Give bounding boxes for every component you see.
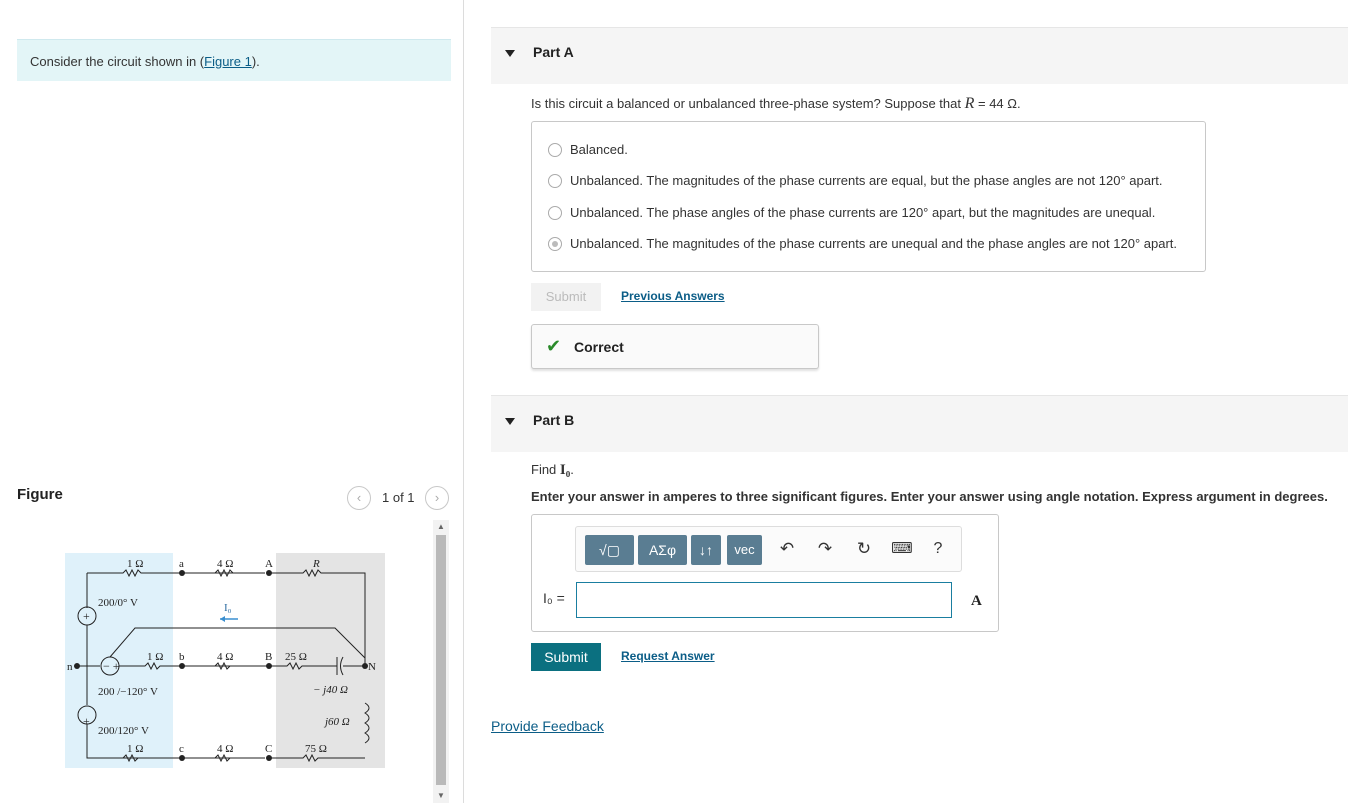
reset-icon[interactable]: ↻ [852,537,876,561]
label-node-B: B [265,651,272,663]
label-vb: 200 /−120° V [98,686,158,698]
chevron-left-icon[interactable]: ‹ [347,486,371,510]
answer-input[interactable] [576,582,952,618]
scroll-up-icon[interactable]: ▲ [433,520,449,534]
templates-button[interactable]: √▢ [585,535,634,565]
arrows-button[interactable]: ↓↑ [691,535,721,565]
math-toolbar: √▢ ΑΣφ ↓↑ vec ↶ ↷ ↻ ⌨ ? [575,526,962,572]
part-a-header[interactable]: Part A [491,27,1348,84]
correct-feedback: ✔ Correct [531,324,819,369]
part-a-question: Is this circuit a balanced or unbalanced… [531,95,1021,112]
vec-button[interactable]: vec [727,535,762,565]
label-node-A: A [265,558,273,570]
radio-button[interactable] [548,174,562,188]
part-b-instructions: Enter your answer in amperes to three si… [531,489,1328,504]
label-r4b: 4 Ω [217,651,233,663]
part-a-submit-button[interactable]: Submit [531,283,601,311]
previous-answers-link[interactable]: Previous Answers [621,289,725,303]
answer-choices: Balanced. Unbalanced. The magnitudes of … [531,121,1206,272]
panel-divider [463,0,464,803]
label-node-b: b [179,651,185,663]
part-b-submit-button[interactable]: Submit [531,643,601,671]
label-node-n: n [67,661,73,673]
label-r1b: 1 Ω [147,651,163,663]
input-label: I₀ = [543,590,565,606]
figure-link[interactable]: Figure 1 [204,54,252,69]
choice-1[interactable]: Balanced. [548,142,628,157]
label-vc: 200/120° V [98,725,149,737]
label-r75: 75 Ω [305,743,327,755]
circuit-figure: + − + + 1 Ω a 4 Ω A R 200/0° V I₀ 1 Ω b … [65,553,385,768]
undo-icon[interactable]: ↶ [775,537,799,561]
label-r25: 25 Ω [285,651,307,663]
collapse-triangle-icon[interactable] [505,50,515,57]
label-cap: − j40 Ω [313,684,348,696]
keyboard-icon[interactable]: ⌨ [890,537,914,561]
greek-button[interactable]: ΑΣφ [638,535,687,565]
scrollbar-thumb[interactable] [436,535,446,785]
svg-text:+: + [83,609,90,623]
label-r1a: 1 Ω [127,558,143,570]
label-va: 200/0° V [98,597,138,609]
unit-label: A [971,593,982,609]
svg-text:− +: − + [103,659,120,673]
svg-text:+: + [83,714,90,728]
label-node-N: N [368,661,376,673]
label-io: I₀ [224,602,232,614]
radio-button-selected[interactable] [548,237,562,251]
correct-text: Correct [574,339,624,355]
label-ind: j60 Ω [323,716,350,728]
request-answer-link[interactable]: Request Answer [621,649,715,663]
label-node-a: a [179,558,184,570]
label-node-c: c [179,743,184,755]
choice-4[interactable]: Unbalanced. The magnitudes of the phase … [548,236,1177,251]
collapse-triangle-icon[interactable] [505,418,515,425]
chevron-right-icon[interactable]: › [425,486,449,510]
choice-2[interactable]: Unbalanced. The magnitudes of the phase … [548,173,1163,188]
label-node-C: C [265,743,272,755]
scroll-down-icon[interactable]: ▼ [433,789,449,803]
label-R: R [312,558,320,570]
choice-3[interactable]: Unbalanced. The phase angles of the phas… [548,205,1155,220]
figure-pager: 1 of 1 [382,490,415,505]
label-r1c: 1 Ω [127,743,143,755]
provide-feedback-link[interactable]: Provide Feedback [491,718,604,734]
figure-title: Figure [17,486,63,503]
checkmark-icon: ✔ [546,336,562,356]
part-b-header[interactable]: Part B [491,395,1348,452]
part-a-label: Part A [533,44,574,60]
intro-text: Consider the circuit shown in (Figure 1)… [17,39,451,81]
help-button[interactable]: ? [926,537,950,561]
part-b-label: Part B [533,412,575,428]
label-r4a: 4 Ω [217,558,233,570]
label-r4c: 4 Ω [217,743,233,755]
radio-button[interactable] [548,143,562,157]
part-b-question: Find I₀. [531,462,574,478]
redo-icon[interactable]: ↷ [813,537,837,561]
radio-button[interactable] [548,206,562,220]
